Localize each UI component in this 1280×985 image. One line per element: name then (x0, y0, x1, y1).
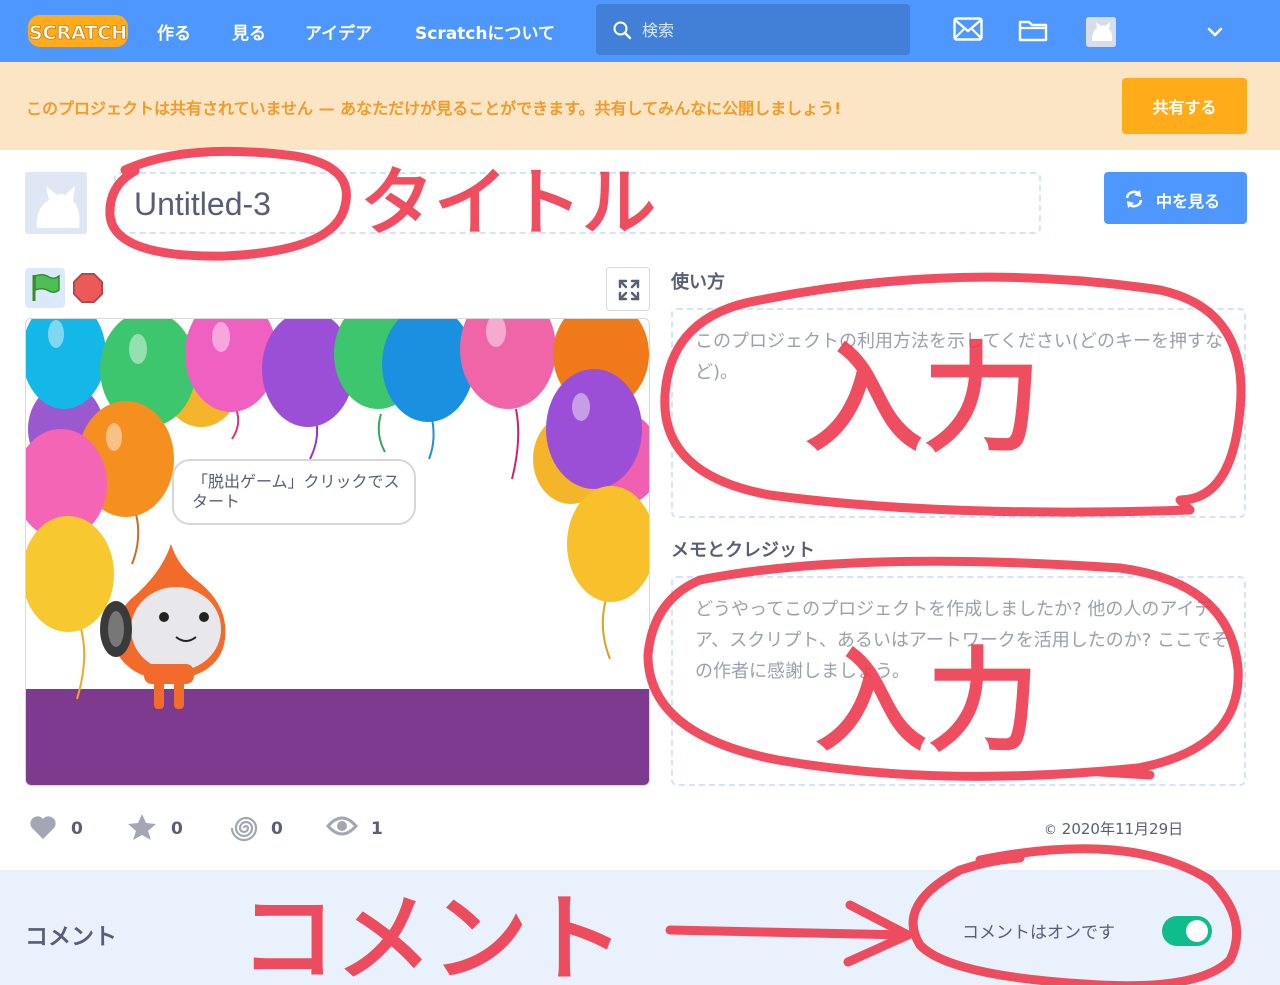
nav-link-explore[interactable]: 見る (232, 19, 266, 44)
nav-link-create[interactable]: 作る (157, 19, 191, 44)
remix-stat: 0 (229, 813, 299, 843)
search-input[interactable] (642, 17, 892, 43)
fullscreen-button[interactable] (606, 267, 650, 311)
speech-bubble-text: 「脱出ゲーム」クリックでスタート (192, 472, 400, 511)
remix-count: 0 (271, 819, 283, 839)
scratch-logo[interactable]: SCRATCH (26, 11, 130, 51)
instructions-placeholder: このプロジェクトの利用方法を示してください(どのキーを押すなど)。 (695, 331, 1223, 383)
green-flag-button[interactable] (25, 268, 65, 308)
not-shared-banner: このプロジェクトは共有されていません — あなただけが見ることができます。共有し… (0, 62, 1280, 150)
project-title-input[interactable]: Untitled-3 (114, 172, 1041, 234)
view-count: 1 (371, 819, 383, 839)
project-stage[interactable]: 「脱出ゲーム」クリックでスタート (25, 318, 650, 786)
stop-button[interactable] (72, 272, 104, 304)
notes-placeholder: どうやってこのプロジェクトを作成しましたか? 他の人のアイデア、スクリプト、ある… (695, 599, 1230, 682)
toggle-knob (1186, 920, 1208, 942)
instructions-label: 使い方 (671, 272, 725, 293)
see-inside-button[interactable]: 中を見る (1104, 172, 1247, 224)
avatar[interactable] (1086, 17, 1116, 47)
project-date: © 2020年11月29日 (1044, 818, 1183, 839)
remix-spiral-icon (230, 816, 258, 842)
nav-link-ideas[interactable]: アイデア (305, 19, 372, 44)
search-box[interactable] (596, 4, 910, 55)
top-nav: SCRATCH 作る 見る アイデア Scratchについて (0, 0, 1280, 62)
stage-floor (26, 689, 649, 785)
messages-icon[interactable] (953, 17, 983, 41)
love-stat[interactable]: 0 (28, 813, 98, 843)
logo-text: SCRATCH (29, 22, 127, 44)
date-text: 2020年11月29日 (1061, 820, 1184, 838)
avatar-cat-icon (1086, 17, 1116, 47)
project-title: Untitled-3 (134, 186, 271, 222)
fullscreen-icon (618, 279, 640, 301)
heart-icon (30, 816, 56, 839)
share-button[interactable]: 共有する (1122, 78, 1247, 134)
favorite-stat[interactable]: 0 (127, 813, 197, 843)
search-icon (613, 21, 632, 40)
chevron-down-icon[interactable] (1207, 26, 1223, 38)
project-thumbnail (25, 172, 87, 234)
copyright-icon: © (1044, 823, 1057, 838)
instructions-textarea[interactable]: このプロジェクトの利用方法を示してください(どのキーを押すなど)。 (671, 308, 1246, 518)
view-stat: 1 (326, 813, 396, 843)
banner-message: このプロジェクトは共有されていません — あなただけが見ることができます。共有し… (26, 99, 842, 118)
eye-icon (326, 816, 358, 836)
notes-label: メモとクレジット (671, 540, 815, 561)
green-flag-icon (32, 273, 60, 301)
favorite-count: 0 (171, 819, 183, 839)
love-count: 0 (71, 819, 83, 839)
comments-toggle[interactable] (1162, 916, 1212, 946)
cat-thumbnail-icon (25, 172, 87, 234)
speech-bubble: 「脱出ゲーム」クリックでスタート (172, 459, 416, 525)
remix-arrows-icon (1125, 190, 1143, 208)
star-icon (128, 814, 156, 840)
comments-status: コメントはオンです (962, 923, 1115, 943)
notes-textarea[interactable]: どうやってこのプロジェクトを作成しましたか? 他の人のアイデア、スクリプト、ある… (671, 576, 1246, 786)
see-inside-label: 中を見る (1156, 192, 1221, 211)
pico-character[interactable] (100, 544, 226, 709)
nav-link-about[interactable]: Scratchについて (415, 19, 555, 44)
stage-scene (26, 319, 649, 785)
comments-section: コメント コメントはオンです (0, 870, 1280, 985)
my-stuff-folder-icon[interactable] (1018, 17, 1048, 43)
comments-title: コメント (25, 924, 117, 950)
